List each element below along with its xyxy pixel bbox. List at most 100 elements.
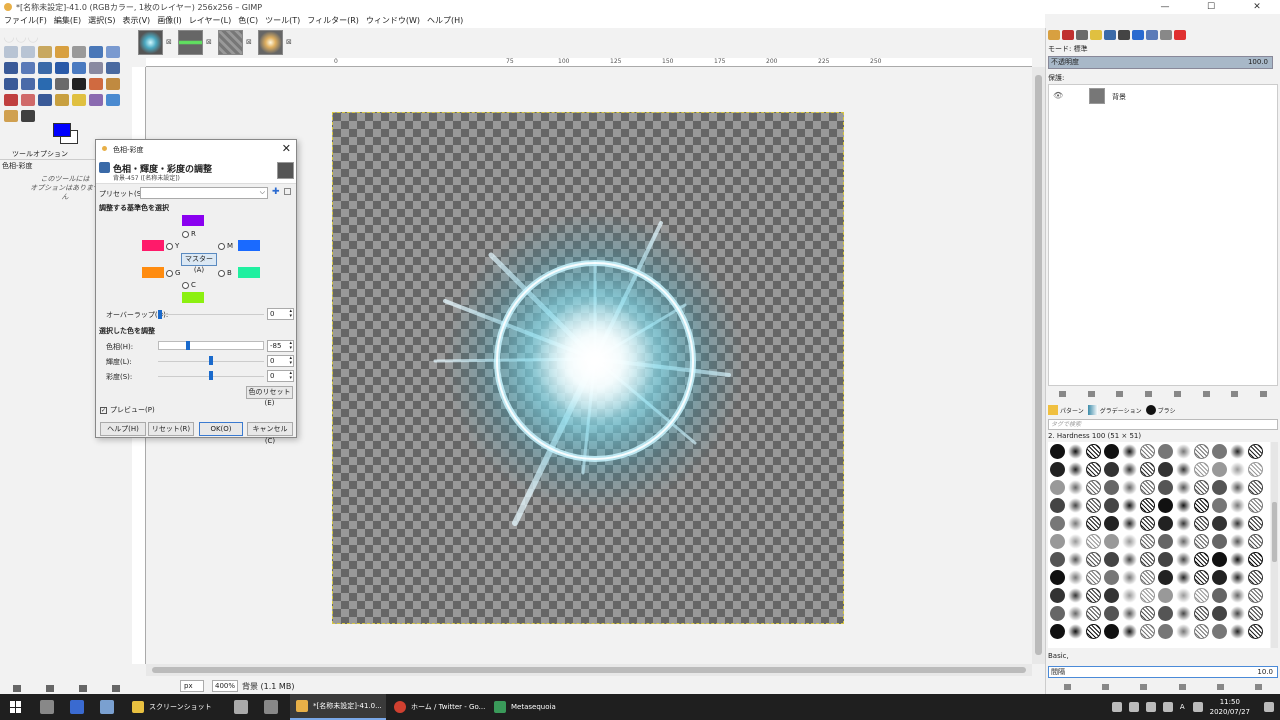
taskbar-item-screenshot[interactable]: スクリーンショット [126, 694, 226, 720]
windows-start-icon[interactable] [10, 701, 22, 713]
brush-preview-icon[interactable] [1140, 498, 1155, 513]
brush-preview-icon[interactable] [1176, 498, 1191, 513]
refresh-brushes-icon[interactable] [1216, 684, 1224, 690]
taskbar-clock[interactable]: 11:50 2020/07/27 [1210, 697, 1250, 717]
radio-cyan[interactable]: C [182, 281, 196, 289]
brush-preview-icon[interactable] [1230, 516, 1245, 531]
brush-preview-icon[interactable] [1212, 516, 1227, 531]
menu-tools[interactable]: ツール(T) [265, 14, 300, 28]
brush-preview-icon[interactable] [1176, 480, 1191, 495]
foreground-select-tool-icon[interactable] [89, 46, 103, 58]
brush-preview-icon[interactable] [1104, 516, 1119, 531]
histogram-tab-icon[interactable] [1146, 30, 1158, 40]
ellipse-select-tool-icon[interactable] [21, 46, 35, 58]
brush-preview-icon[interactable] [1068, 444, 1083, 459]
layer-mode-label[interactable]: モード: 標準 [1048, 44, 1088, 54]
warp-transform-tool-icon[interactable] [21, 78, 35, 90]
brush-preview-icon[interactable] [1248, 480, 1263, 495]
overlap-slider-track[interactable] [158, 314, 264, 315]
brush-preview-icon[interactable] [1212, 624, 1227, 639]
brush-preview-icon[interactable] [1086, 588, 1101, 603]
brush-preview-icon[interactable] [1230, 552, 1245, 567]
brush-preview-icon[interactable] [1212, 606, 1227, 621]
bucket-fill-tool-icon[interactable] [89, 78, 103, 90]
brush-preview-icon[interactable] [1140, 570, 1155, 585]
brush-preview-icon[interactable] [1086, 462, 1101, 477]
preview-checkbox[interactable]: ✓ プレビュー(P) [100, 405, 155, 415]
image-tab-thumbnail[interactable] [178, 30, 203, 55]
paintbrush-tool-icon[interactable] [4, 94, 18, 106]
brush-preview-icon[interactable] [1194, 588, 1209, 603]
brush-preview-icon[interactable] [1158, 498, 1173, 513]
brush-preview-icon[interactable] [1086, 552, 1101, 567]
handle-transform-tool-icon[interactable] [55, 78, 69, 90]
patterns-tab[interactable]: パターン [1048, 405, 1084, 415]
undo-tab-icon[interactable] [1090, 30, 1102, 40]
menu-filters[interactable]: フィルター(R) [307, 14, 359, 28]
brush-preview-icon[interactable] [1194, 516, 1209, 531]
restore-options-icon[interactable] [45, 684, 54, 692]
brush-preview-icon[interactable] [1068, 534, 1083, 549]
brush-preview-icon[interactable] [1140, 624, 1155, 639]
brush-preview-icon[interactable] [1194, 462, 1209, 477]
brush-preview-icon[interactable] [1158, 444, 1173, 459]
smudge-tool-icon[interactable] [89, 94, 103, 106]
image-tab-close-icon[interactable]: ⊠ [206, 38, 212, 46]
brush-preview-icon[interactable] [1194, 534, 1209, 549]
brush-preview-icon[interactable] [1248, 498, 1263, 513]
duplicate-brush-icon[interactable] [1140, 684, 1148, 690]
brush-preview-icon[interactable] [1086, 606, 1101, 621]
brush-preview-icon[interactable] [1104, 498, 1119, 513]
image-tab-close-icon[interactable]: ⊠ [166, 38, 172, 46]
gradient-tool-icon[interactable] [106, 78, 120, 90]
brush-preview-icon[interactable] [1194, 498, 1209, 513]
brush-preview-icon[interactable] [1158, 588, 1173, 603]
eye-icon[interactable]: 👁 [1053, 91, 1063, 100]
brush-preview-icon[interactable] [1140, 534, 1155, 549]
brush-preview-icon[interactable] [1176, 588, 1191, 603]
menu-windows[interactable]: ウィンドウ(W) [366, 14, 420, 28]
brush-preview-icon[interactable] [1230, 498, 1245, 513]
brush-preview-icon[interactable] [1140, 444, 1155, 459]
fonts-tab-icon[interactable] [1118, 30, 1130, 40]
brush-preview-icon[interactable] [1122, 534, 1137, 549]
brush-preview-icon[interactable] [1122, 498, 1137, 513]
brush-preview-icon[interactable] [1104, 624, 1119, 639]
brush-preview-icon[interactable] [1248, 516, 1263, 531]
menu-select[interactable]: 選択(S) [88, 14, 115, 28]
colors-tab-icon[interactable] [1174, 30, 1186, 40]
brush-preview-icon[interactable] [1104, 462, 1119, 477]
brush-preview-icon[interactable] [1176, 606, 1191, 621]
brush-preview-icon[interactable] [1068, 552, 1083, 567]
brush-preview-icon[interactable] [1176, 570, 1191, 585]
brush-preview-icon[interactable] [1248, 624, 1263, 639]
brush-preview-icon[interactable] [1230, 444, 1245, 459]
brush-preview-icon[interactable] [1104, 480, 1119, 495]
brush-preview-icon[interactable] [1212, 552, 1227, 567]
minimize-button[interactable]: — [1142, 0, 1188, 14]
brush-preview-icon[interactable] [1158, 480, 1173, 495]
brush-preview-icon[interactable] [1050, 480, 1065, 495]
menu-view[interactable]: 表示(V) [122, 14, 150, 28]
navigation-tab-icon[interactable] [1132, 30, 1144, 40]
fuzzy-select-tool-icon[interactable] [55, 46, 69, 58]
brush-preview-icon[interactable] [1086, 480, 1101, 495]
menu-image[interactable]: 画像(I) [157, 14, 182, 28]
brush-preview-icon[interactable] [1086, 498, 1101, 513]
saturation-slider-thumb[interactable] [209, 371, 213, 380]
brush-preview-icon[interactable] [1104, 534, 1119, 549]
paths-tool-icon[interactable] [106, 46, 120, 58]
brush-preview-icon[interactable] [1230, 606, 1245, 621]
brush-preview-icon[interactable] [1212, 480, 1227, 495]
cancel-button[interactable]: キャンセル(C) [247, 422, 293, 445]
save-options-icon[interactable] [12, 684, 21, 692]
brush-preview-icon[interactable] [1212, 444, 1227, 459]
brush-preview-icon[interactable] [1122, 624, 1137, 639]
airbrush-tool-icon[interactable] [38, 94, 52, 106]
brush-preview-icon[interactable] [1230, 588, 1245, 603]
open-brush-icon[interactable] [1255, 684, 1263, 690]
brush-preview-icon[interactable] [1212, 462, 1227, 477]
brush-spacing-slider[interactable]: 間隔 10.0 [1048, 666, 1278, 678]
close-button[interactable]: ✕ [1234, 0, 1280, 14]
brush-preview-icon[interactable] [1122, 606, 1137, 621]
